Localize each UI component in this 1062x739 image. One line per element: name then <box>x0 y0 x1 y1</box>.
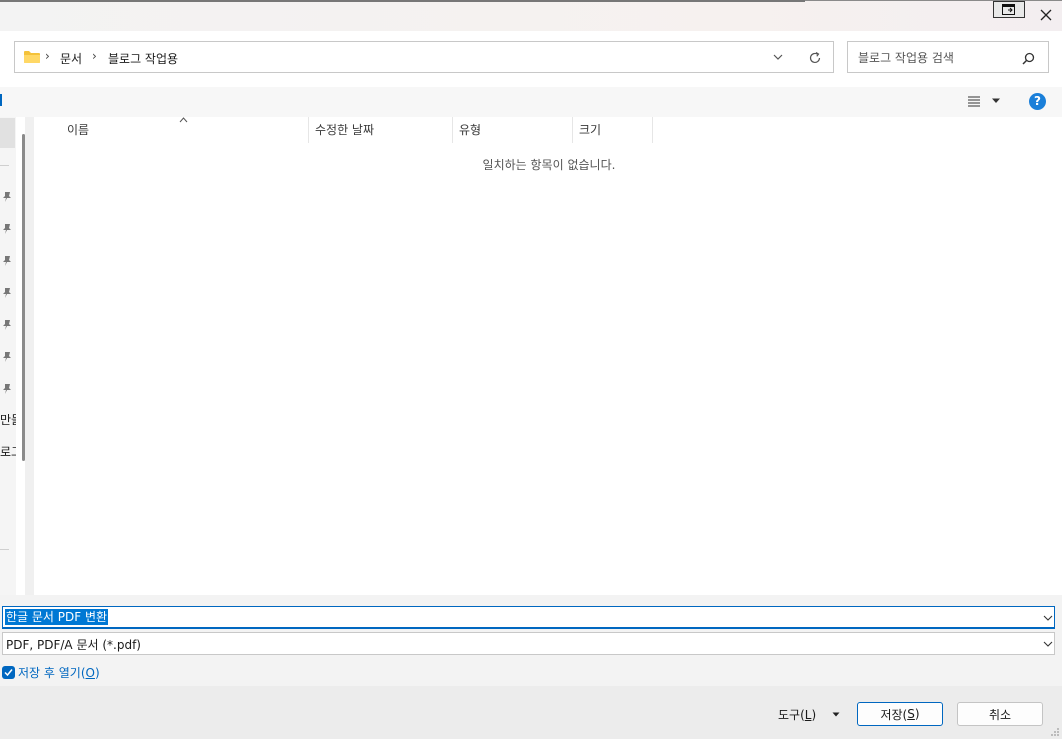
folder-icon <box>24 51 40 63</box>
pin-icon <box>3 288 11 298</box>
list-gutter <box>25 117 34 595</box>
toolbar <box>0 87 1062 117</box>
title-bar <box>0 0 1062 31</box>
restore-window-button[interactable] <box>993 1 1025 18</box>
cancel-button[interactable]: 취소 <box>957 702 1043 726</box>
nav-item-partial[interactable]: 만들 <box>0 411 16 429</box>
filename-value[interactable]: 한글 문서 PDF 변환 <box>5 609 109 625</box>
nav-selection-indicator <box>0 94 2 106</box>
search-box[interactable] <box>847 41 1049 73</box>
filetype-select[interactable]: PDF, PDF/A 문서 (*.pdf) <box>2 632 1055 655</box>
chevron-down-icon[interactable] <box>1043 615 1053 621</box>
search-input[interactable] <box>856 48 1020 68</box>
search-icon[interactable] <box>1022 52 1035 65</box>
open-after-save-checkbox[interactable] <box>2 666 15 679</box>
column-header-date-modified[interactable]: 수정한 날짜 <box>309 117 453 143</box>
pin-icon <box>3 224 11 234</box>
save-button[interactable]: 저장(S) <box>857 702 943 726</box>
column-label: 수정한 날짜 <box>315 123 375 137</box>
breadcrumb-separator-icon: › <box>92 49 97 63</box>
tools-button[interactable]: 도구(L) <box>778 706 816 723</box>
title-bar-border <box>0 0 805 2</box>
column-label: 크기 <box>579 123 602 137</box>
nav-divider <box>0 549 9 550</box>
refresh-icon[interactable] <box>808 51 822 65</box>
close-button[interactable] <box>1033 4 1059 26</box>
view-list-icon[interactable] <box>967 95 981 107</box>
resize-grip-icon[interactable] <box>1050 727 1060 737</box>
column-label: 이름 <box>67 123 90 137</box>
checkmark-icon <box>4 669 13 677</box>
column-header-size[interactable]: 크기 <box>573 117 653 143</box>
tools-dropdown-icon[interactable] <box>832 712 840 717</box>
breadcrumb-item-documents[interactable]: 문서 <box>60 50 82 67</box>
column-header-type[interactable]: 유형 <box>453 117 573 143</box>
nav-divider <box>0 165 9 166</box>
address-bar[interactable]: › 문서 › 블로그 작업용 <box>14 41 834 73</box>
pin-icon <box>3 352 11 362</box>
restore-icon <box>1002 4 1015 15</box>
filename-field[interactable]: 한글 문서 PDF 변환 <box>2 606 1055 629</box>
pin-icon <box>3 192 11 202</box>
pin-icon <box>3 384 11 394</box>
chevron-down-icon[interactable] <box>1043 641 1053 647</box>
sort-ascending-icon <box>179 117 188 123</box>
view-dropdown-icon[interactable] <box>991 98 1001 104</box>
help-icon[interactable]: ? <box>1029 93 1046 110</box>
open-after-save-label[interactable]: 저장 후 열기(O) <box>18 664 100 681</box>
column-header-name[interactable]: 이름 <box>34 117 309 143</box>
empty-list-message: 일치하는 항목이 없습니다. <box>482 158 616 172</box>
pin-icon <box>3 256 11 266</box>
breadcrumb-item-blog-work[interactable]: 블로그 작업용 <box>108 50 178 67</box>
pin-icon <box>3 320 11 330</box>
nav-item-selected[interactable] <box>0 118 15 148</box>
chevron-down-icon[interactable] <box>773 54 783 61</box>
nav-item-partial[interactable]: 로그 <box>0 443 16 461</box>
filetype-value: PDF, PDF/A 문서 (*.pdf) <box>6 638 141 652</box>
column-label: 유형 <box>459 123 482 137</box>
breadcrumb-separator-icon: › <box>45 49 50 63</box>
close-icon <box>1040 9 1052 21</box>
